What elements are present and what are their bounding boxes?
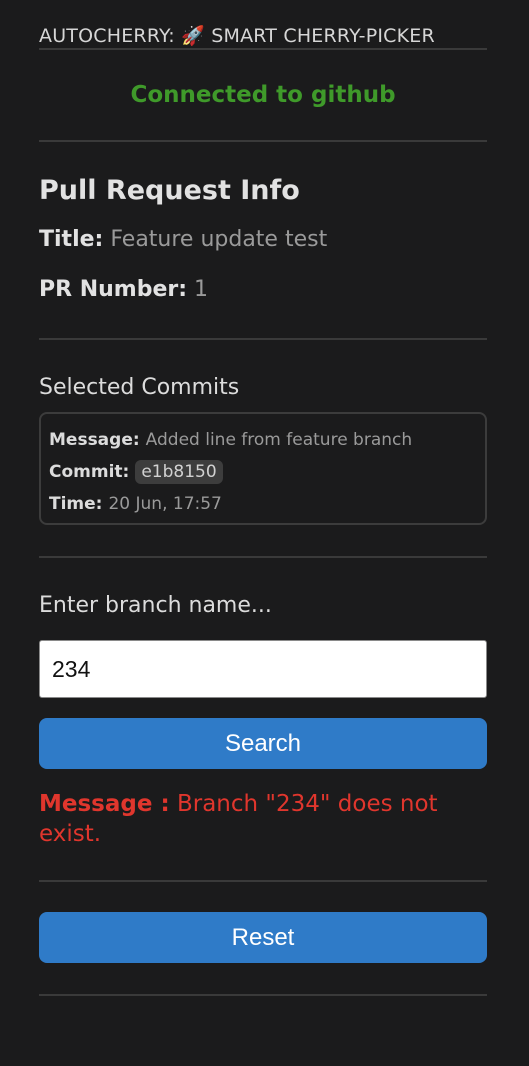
selected-commits: Selected Commits Message: Added line fro… xyxy=(39,340,487,556)
commit-message-label: Message: xyxy=(49,429,140,450)
commit-time: 20 Jun, 17:57 xyxy=(108,493,222,514)
pr-title-label: Title: xyxy=(39,227,104,252)
commit-message: Added line from feature branch xyxy=(145,429,413,450)
commit-hash-label: Commit: xyxy=(49,461,130,482)
panel-title: AUTOCHERRY: 🚀 SMART CHERRY-PICKER xyxy=(39,25,435,47)
commit-message-row: Message: Added line from feature branch xyxy=(49,424,477,456)
pr-number-row: PR Number: 1 xyxy=(39,276,487,304)
branch-input-label: Enter branch name... xyxy=(39,593,272,618)
pr-heading: Pull Request Info xyxy=(39,175,300,206)
branch-name-input[interactable] xyxy=(39,640,487,698)
commit-hash-row: Commit: e1b8150 xyxy=(49,456,477,488)
divider xyxy=(39,994,487,996)
commit-time-label: Time: xyxy=(49,493,103,514)
pull-request-info: Pull Request Info Title: Feature update … xyxy=(39,142,487,338)
search-button[interactable]: Search xyxy=(39,718,487,769)
reset-section: Reset xyxy=(39,882,487,994)
reset-button[interactable]: Reset xyxy=(39,912,487,963)
autocherry-panel: AUTOCHERRY: 🚀 SMART CHERRY-PICKER Connec… xyxy=(0,0,529,1066)
pr-number-value: 1 xyxy=(194,277,209,302)
connection-status: Connected to github xyxy=(130,82,396,108)
error-message: Message : Branch "234" does not exist. xyxy=(39,789,487,849)
commit-card: Message: Added line from feature branch … xyxy=(39,412,487,525)
commit-time-row: Time: 20 Jun, 17:57 xyxy=(49,488,477,520)
pr-title-row: Title: Feature update test xyxy=(39,226,487,254)
pr-title-value: Feature update test xyxy=(110,227,328,252)
commits-heading: Selected Commits xyxy=(39,375,240,400)
branch-search: Enter branch name... Search Message : Br… xyxy=(39,558,487,880)
error-message-label: Message : xyxy=(39,791,170,817)
commit-hash-badge: e1b8150 xyxy=(135,460,223,484)
pr-number-label: PR Number: xyxy=(39,277,188,302)
